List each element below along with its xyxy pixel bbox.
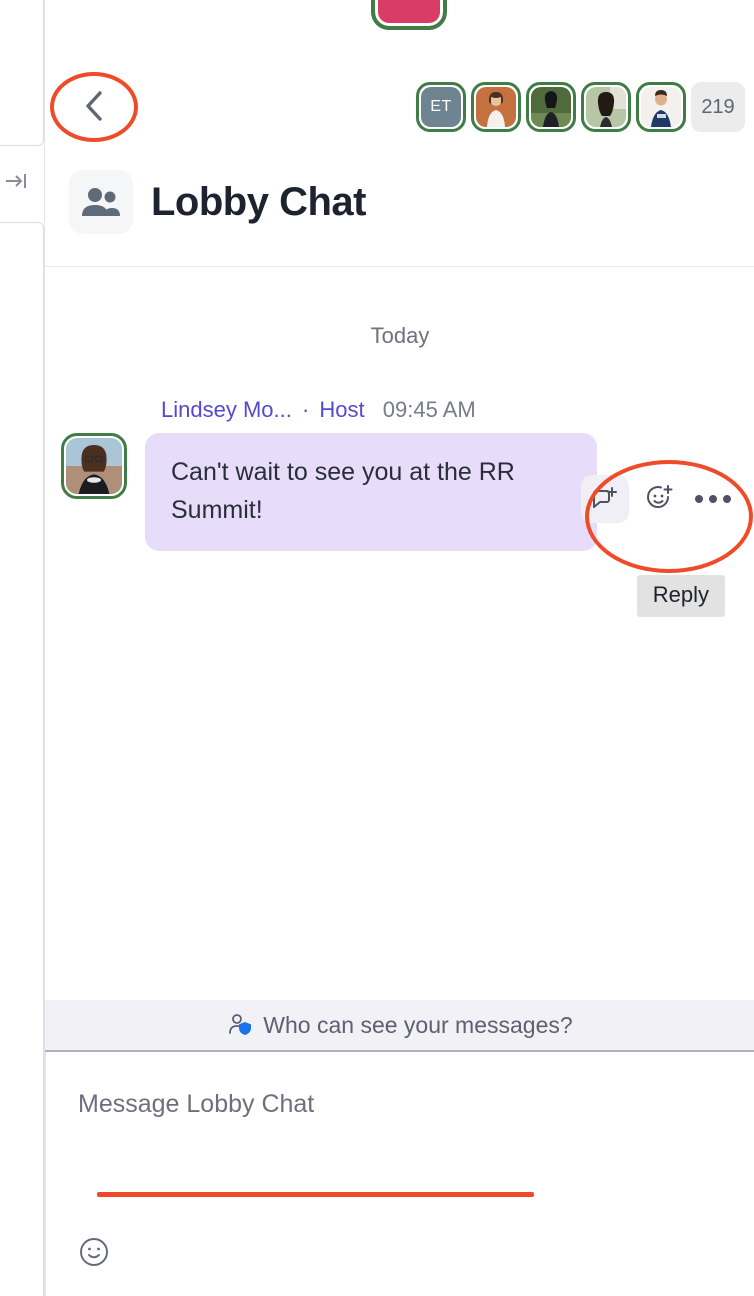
avatar-image	[641, 87, 681, 127]
avatar-image: ET	[421, 87, 461, 127]
avatar-photo-2[interactable]	[526, 82, 576, 132]
avatar-image	[531, 87, 571, 127]
emoji-smiley-icon[interactable]	[78, 1236, 112, 1270]
person-shield-icon	[227, 1012, 253, 1038]
panel-title-row: Lobby Chat	[45, 160, 754, 244]
message-author[interactable]: Lindsey Mo...	[161, 397, 292, 422]
avatar-initials-text: ET	[421, 87, 461, 127]
avatar-photo-1[interactable]	[471, 82, 521, 132]
dot	[723, 495, 731, 503]
rail-box-bottom	[0, 222, 44, 1296]
people-group-icon	[69, 170, 133, 234]
dot	[695, 495, 703, 503]
message-composer[interactable]: Message Lobby Chat	[45, 1052, 754, 1296]
avatar-image	[476, 87, 516, 127]
avatar-photo-3[interactable]	[581, 82, 631, 132]
message-list[interactable]: Today Lindsey Mo... · Host 09:45 AM Can'…	[45, 267, 754, 1000]
reply-tooltip: Reply	[636, 575, 725, 617]
reply-bubble-plus-icon[interactable]	[581, 475, 629, 523]
message-separator: ·	[301, 397, 310, 422]
avatar-partial-top[interactable]	[371, 0, 447, 30]
privacy-notice-bar[interactable]: Who can see your messages?	[45, 1000, 754, 1052]
panel-header-top: ET 219	[45, 60, 754, 152]
day-divider: Today	[370, 323, 430, 348]
more-dots	[689, 495, 737, 503]
participant-avatar-stack[interactable]: ET 219	[416, 82, 745, 132]
chat-panel: ET 219 Lobby Chat Today Lindsey Mo... · …	[44, 0, 754, 1296]
participant-count-chip[interactable]: 219	[691, 82, 745, 132]
privacy-notice-label: Who can see your messages?	[263, 1011, 573, 1038]
annotation-underline-composer	[97, 1192, 534, 1197]
avatar-image	[66, 438, 122, 494]
message-role-badge: Host	[319, 397, 365, 422]
chat-panel-screen: ET 219 Lobby Chat Today Lindsey Mo... · …	[0, 0, 754, 1296]
message-meta: Lindsey Mo... · Host 09:45 AM	[61, 397, 754, 423]
message-avatar[interactable]	[61, 433, 127, 499]
left-rail	[0, 0, 44, 1296]
message-input-placeholder[interactable]: Message Lobby Chat	[78, 1090, 314, 1119]
message-timestamp: 09:45 AM	[382, 397, 476, 422]
page-title: Lobby Chat	[151, 179, 366, 224]
message-action-toolbar[interactable]	[581, 475, 737, 523]
rail-box-top	[0, 0, 44, 146]
more-horizontal-icon[interactable]	[689, 475, 737, 523]
dot	[709, 495, 717, 503]
expand-panel-arrow-icon[interactable]	[2, 166, 32, 196]
message-item[interactable]: Lindsey Mo... · Host 09:45 AM Can't wait…	[45, 397, 754, 617]
message-bubble[interactable]: Can't wait to see you at the RR Summit!	[145, 433, 597, 551]
avatar-image	[586, 87, 626, 127]
avatar-initials[interactable]: ET	[416, 82, 466, 132]
avatar-photo-4[interactable]	[636, 82, 686, 132]
back-button[interactable]	[73, 84, 117, 128]
emoji-plus-icon[interactable]	[635, 475, 683, 523]
